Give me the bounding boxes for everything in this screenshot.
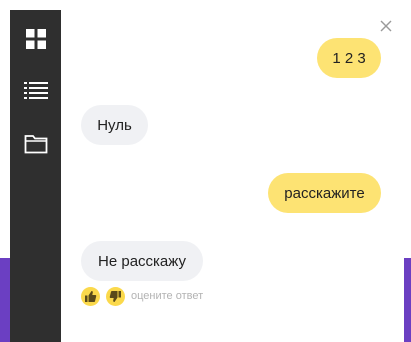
sidebar xyxy=(10,10,61,342)
message-user: расскажите xyxy=(268,173,381,213)
close-button[interactable] xyxy=(378,18,394,34)
thumbs-down-icon xyxy=(109,290,121,302)
thumbs-down-button[interactable] xyxy=(106,286,125,306)
message-user: 1 2 3 xyxy=(317,38,381,78)
message-bot: Не расскажу xyxy=(81,241,203,281)
list-icon xyxy=(23,81,48,99)
rating-bar: оцените ответ xyxy=(81,286,203,306)
message-bot: Нуль xyxy=(81,105,148,145)
sidebar-item-grid[interactable] xyxy=(23,26,48,51)
thumbs-up-icon xyxy=(85,290,97,302)
grid-icon xyxy=(25,28,46,49)
sidebar-item-list[interactable] xyxy=(23,78,48,103)
sidebar-item-folder[interactable] xyxy=(23,131,48,156)
folder-icon xyxy=(24,134,47,153)
rating-label: оцените ответ xyxy=(131,290,204,302)
thumbs-up-button[interactable] xyxy=(81,286,100,306)
close-icon xyxy=(380,20,392,32)
